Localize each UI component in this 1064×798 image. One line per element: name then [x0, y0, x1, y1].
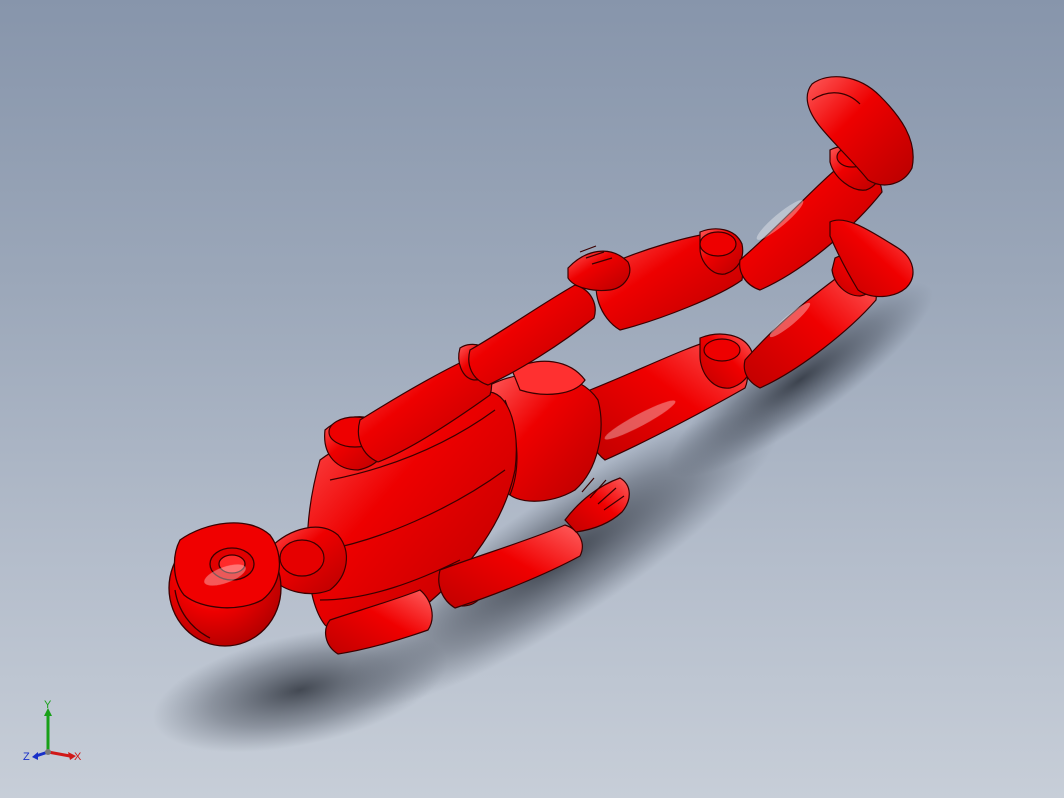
triad-z-axis: Z [23, 750, 49, 763]
triad-x-axis: X [47, 750, 82, 763]
head[interactable] [168, 522, 282, 647]
triad-x-label: X [74, 751, 82, 763]
reference-triad[interactable]: Y X Z [18, 699, 88, 770]
triad-z-label: Z [23, 751, 30, 763]
triad-origin [45, 749, 51, 755]
triad-y-label: Y [44, 700, 52, 711]
model-view[interactable] [0, 0, 1064, 798]
graphics-viewport[interactable]: Y X Z [0, 0, 1064, 798]
triad-y-axis: Y [44, 699, 52, 752]
